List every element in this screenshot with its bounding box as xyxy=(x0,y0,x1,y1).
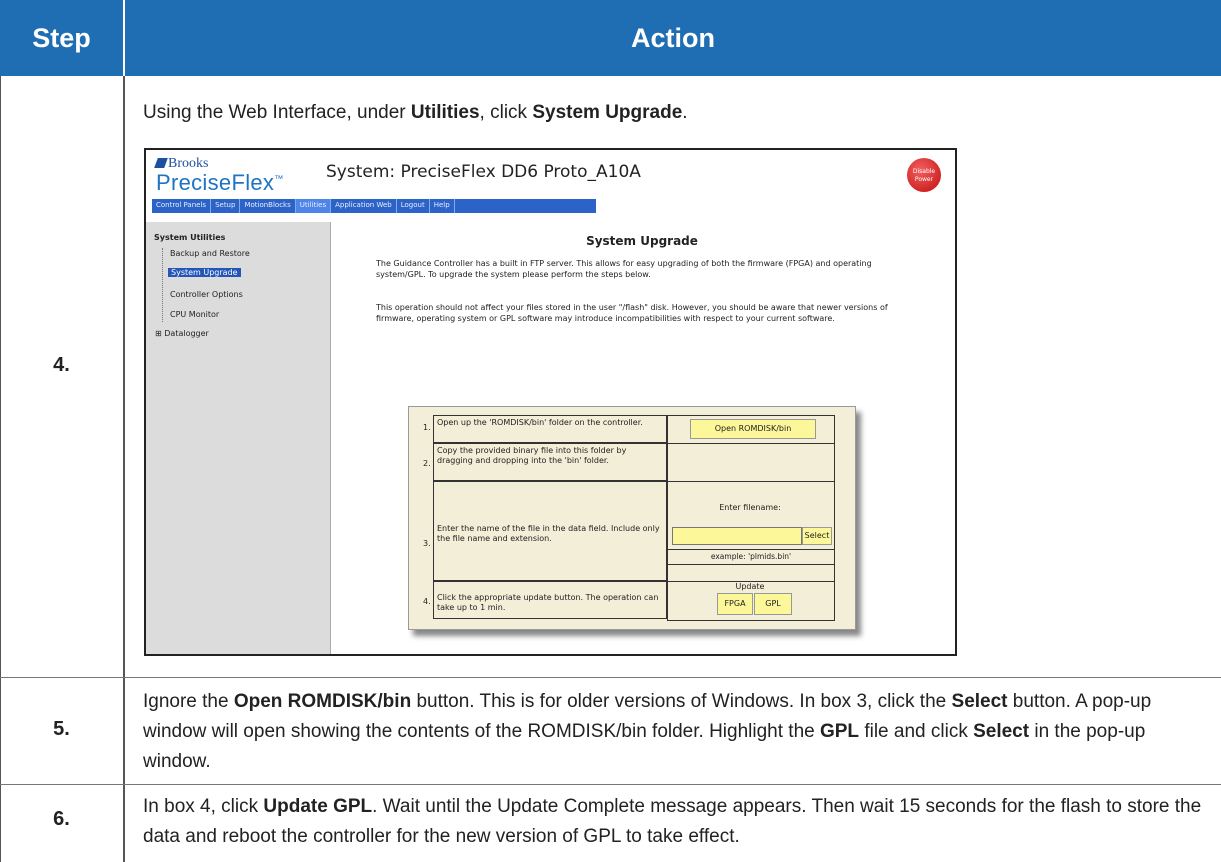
update-label: Update xyxy=(735,582,765,591)
header-action: Action xyxy=(125,0,1221,76)
step-4-text: Click the appropriate update button. The… xyxy=(433,581,667,619)
warning-paragraph: This operation should not affect your fi… xyxy=(376,303,888,323)
nav-bar: Control Panels Setup MotionBlocks Utilit… xyxy=(152,199,596,213)
step-text: Using the Web Interface, under Utilities… xyxy=(143,102,688,123)
fpga-button[interactable]: FPGA xyxy=(717,593,753,615)
step-2-cell xyxy=(667,443,835,483)
content-title: System Upgrade xyxy=(586,234,698,248)
step-3-text: Enter the name of the file in the data f… xyxy=(433,481,667,581)
step-2-text: Copy the provided binary file into this … xyxy=(433,443,667,481)
nav-utilities[interactable]: Utilities xyxy=(295,199,332,213)
step-1-number: 1. xyxy=(423,423,431,432)
nav-control-panels[interactable]: Control Panels xyxy=(152,199,212,213)
system-title: System: PreciseFlex DD6 Proto_A10A xyxy=(326,162,641,182)
sidebar-item-cpu-monitor[interactable]: CPU Monitor xyxy=(170,310,219,319)
web-interface-screenshot: Brooks PreciseFlex™ System: PreciseFlex … xyxy=(144,148,957,656)
procedure-table: Step Action 4. Using the Web Interface, … xyxy=(0,0,1221,862)
step-text: Ignore the Open ROMDISK/bin button. This… xyxy=(143,691,1152,772)
sidebar-item-system-upgrade[interactable]: System Upgrade xyxy=(168,268,241,277)
upgrade-steps-box: 1. Open up the 'ROMDISK/bin' folder on t… xyxy=(408,406,856,630)
nav-setup[interactable]: Setup xyxy=(211,199,241,213)
intro-paragraph: The Guidance Controller has a built in F… xyxy=(376,259,872,279)
row-divider xyxy=(0,677,1221,678)
tree-line xyxy=(162,248,164,322)
nav-help[interactable]: Help xyxy=(430,199,455,213)
table-left-border xyxy=(0,76,1,862)
step-number: 6. xyxy=(53,808,70,830)
disable-power-button[interactable]: Disable Power xyxy=(907,158,941,192)
nav-motionblocks[interactable]: MotionBlocks xyxy=(240,199,296,213)
nav-logout[interactable]: Logout xyxy=(397,199,430,213)
step-number: 5. xyxy=(53,718,70,740)
step-1-text: Open up the 'ROMDISK/bin' folder on the … xyxy=(433,415,667,443)
preciseflex-logo: PreciseFlex™ xyxy=(156,170,284,195)
step-text: In box 4, click Update GPL. Wait until t… xyxy=(143,796,1202,847)
sidebar-item-backup[interactable]: Backup and Restore xyxy=(170,249,250,258)
filename-example: example: 'plmids.bin' xyxy=(667,549,835,565)
header-step: Step xyxy=(0,0,123,76)
sidebar-item-controller-options[interactable]: Controller Options xyxy=(170,290,243,299)
sidebar-title: System Utilities xyxy=(154,233,226,242)
step-2-number: 2. xyxy=(423,459,431,468)
enter-filename-label: Enter filename: xyxy=(719,503,781,512)
sidebar: System Utilities Backup and Restore Syst… xyxy=(146,222,331,654)
nav-application-web[interactable]: Application Web xyxy=(331,199,397,213)
step-3-number: 3. xyxy=(423,539,431,548)
content-area: System Upgrade The Guidance Controller h… xyxy=(332,222,952,652)
step-number: 4. xyxy=(53,354,70,376)
step-4-number: 4. xyxy=(423,597,431,606)
gpl-button[interactable]: GPL xyxy=(754,593,792,615)
row-divider xyxy=(0,784,1221,785)
open-romdisk-button[interactable]: Open ROMDISK/bin xyxy=(690,419,816,439)
column-divider xyxy=(123,76,125,862)
select-button[interactable]: Select xyxy=(802,527,832,545)
expand-icon[interactable]: ⊞ xyxy=(155,329,162,338)
sidebar-item-datalogger[interactable]: ⊞ Datalogger xyxy=(155,329,209,338)
filename-input[interactable] xyxy=(672,527,802,545)
